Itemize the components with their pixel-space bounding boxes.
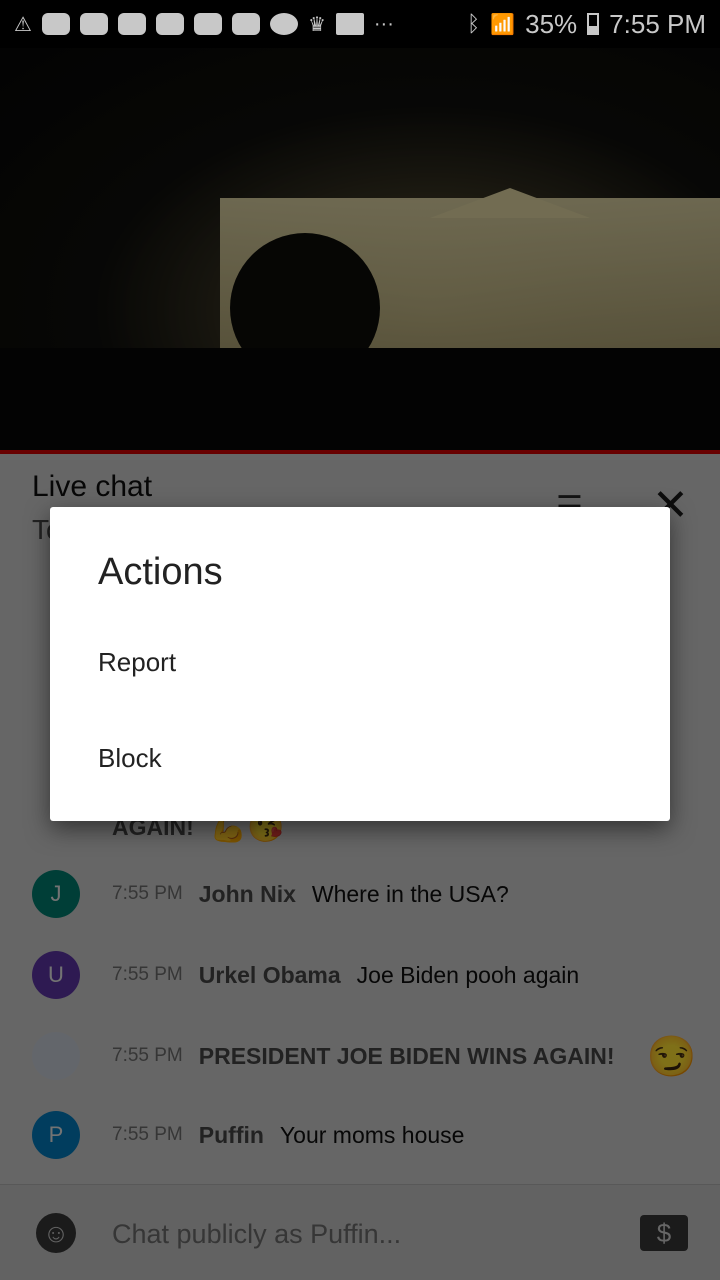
block-option[interactable]: Block [98, 743, 618, 774]
message-text: Where in the USA? [311, 880, 509, 907]
chat-input[interactable]: Chat publicly as Puffin... [112, 1219, 401, 1250]
message-text: Joe Biden pooh again [356, 961, 580, 988]
chat-message[interactable]: J 7:55 PM John Nix Where in the USA? [32, 870, 509, 918]
alert-message-icon [79, 13, 108, 35]
m-app-icon [269, 13, 298, 35]
actions-dialog: Actions Report Block [50, 507, 670, 821]
notification-icons: ⚠ ♛ ··· [14, 12, 394, 37]
smirk-emoji: 😏 [646, 1034, 697, 1079]
youtube-icon [155, 13, 184, 35]
youtube-icon [231, 13, 260, 35]
live-chat-title: Live chat [32, 470, 153, 503]
author-name: PRESIDENT JOE BIDEN WINS AGAIN! [198, 1042, 615, 1069]
chat-message[interactable]: U 7:55 PM Urkel Obama Joe Biden pooh aga… [32, 951, 579, 999]
timestamp: 7:55 PM [112, 1045, 183, 1066]
author-name: Puffin [198, 1121, 264, 1148]
chat-message[interactable]: 7:55 PM PRESIDENT JOE BIDEN WINS AGAIN! … [32, 1032, 696, 1080]
super-chat-icon[interactable]: $ [640, 1215, 688, 1251]
report-option[interactable]: Report [98, 647, 618, 678]
timestamp: 7:55 PM [112, 1124, 183, 1145]
more-icon: ··· [373, 12, 394, 35]
avatar: J [32, 870, 80, 918]
wifi-icon: 📶 [490, 13, 516, 36]
avatar: U [32, 951, 80, 999]
timestamp: 7:55 PM [112, 883, 183, 904]
clock: 7:55 PM [609, 8, 706, 39]
emoji-icon[interactable]: ☺ [36, 1213, 76, 1253]
ground [0, 348, 720, 450]
avatar [32, 1032, 80, 1080]
chat-message[interactable]: P 7:55 PM Puffin Your moms house [32, 1111, 464, 1159]
youtube-icon [117, 13, 146, 35]
message-icon [41, 13, 70, 35]
battery-percent: 35% [525, 8, 578, 39]
warning-icon: ⚠ [14, 13, 32, 36]
chat-input-bar: ☺ Chat publicly as Puffin... $ [0, 1184, 720, 1280]
crown-icon: ♛ [307, 13, 326, 36]
author-name: John Nix [198, 880, 296, 907]
bluetooth-icon: ᛒ [467, 11, 481, 36]
message-text: Your moms house [279, 1121, 465, 1148]
avatar: P [32, 1111, 80, 1159]
battery-icon [587, 13, 600, 35]
author-name: Urkel Obama [198, 961, 341, 988]
status-bar: ⚠ ♛ ··· ᛒ 📶 35% 7:55 PM [0, 0, 720, 48]
folder-icon [335, 13, 364, 35]
youtube-icon [193, 13, 222, 35]
timestamp: 7:55 PM [112, 964, 183, 985]
video-player[interactable] [0, 48, 720, 450]
dialog-title: Actions [98, 551, 223, 593]
